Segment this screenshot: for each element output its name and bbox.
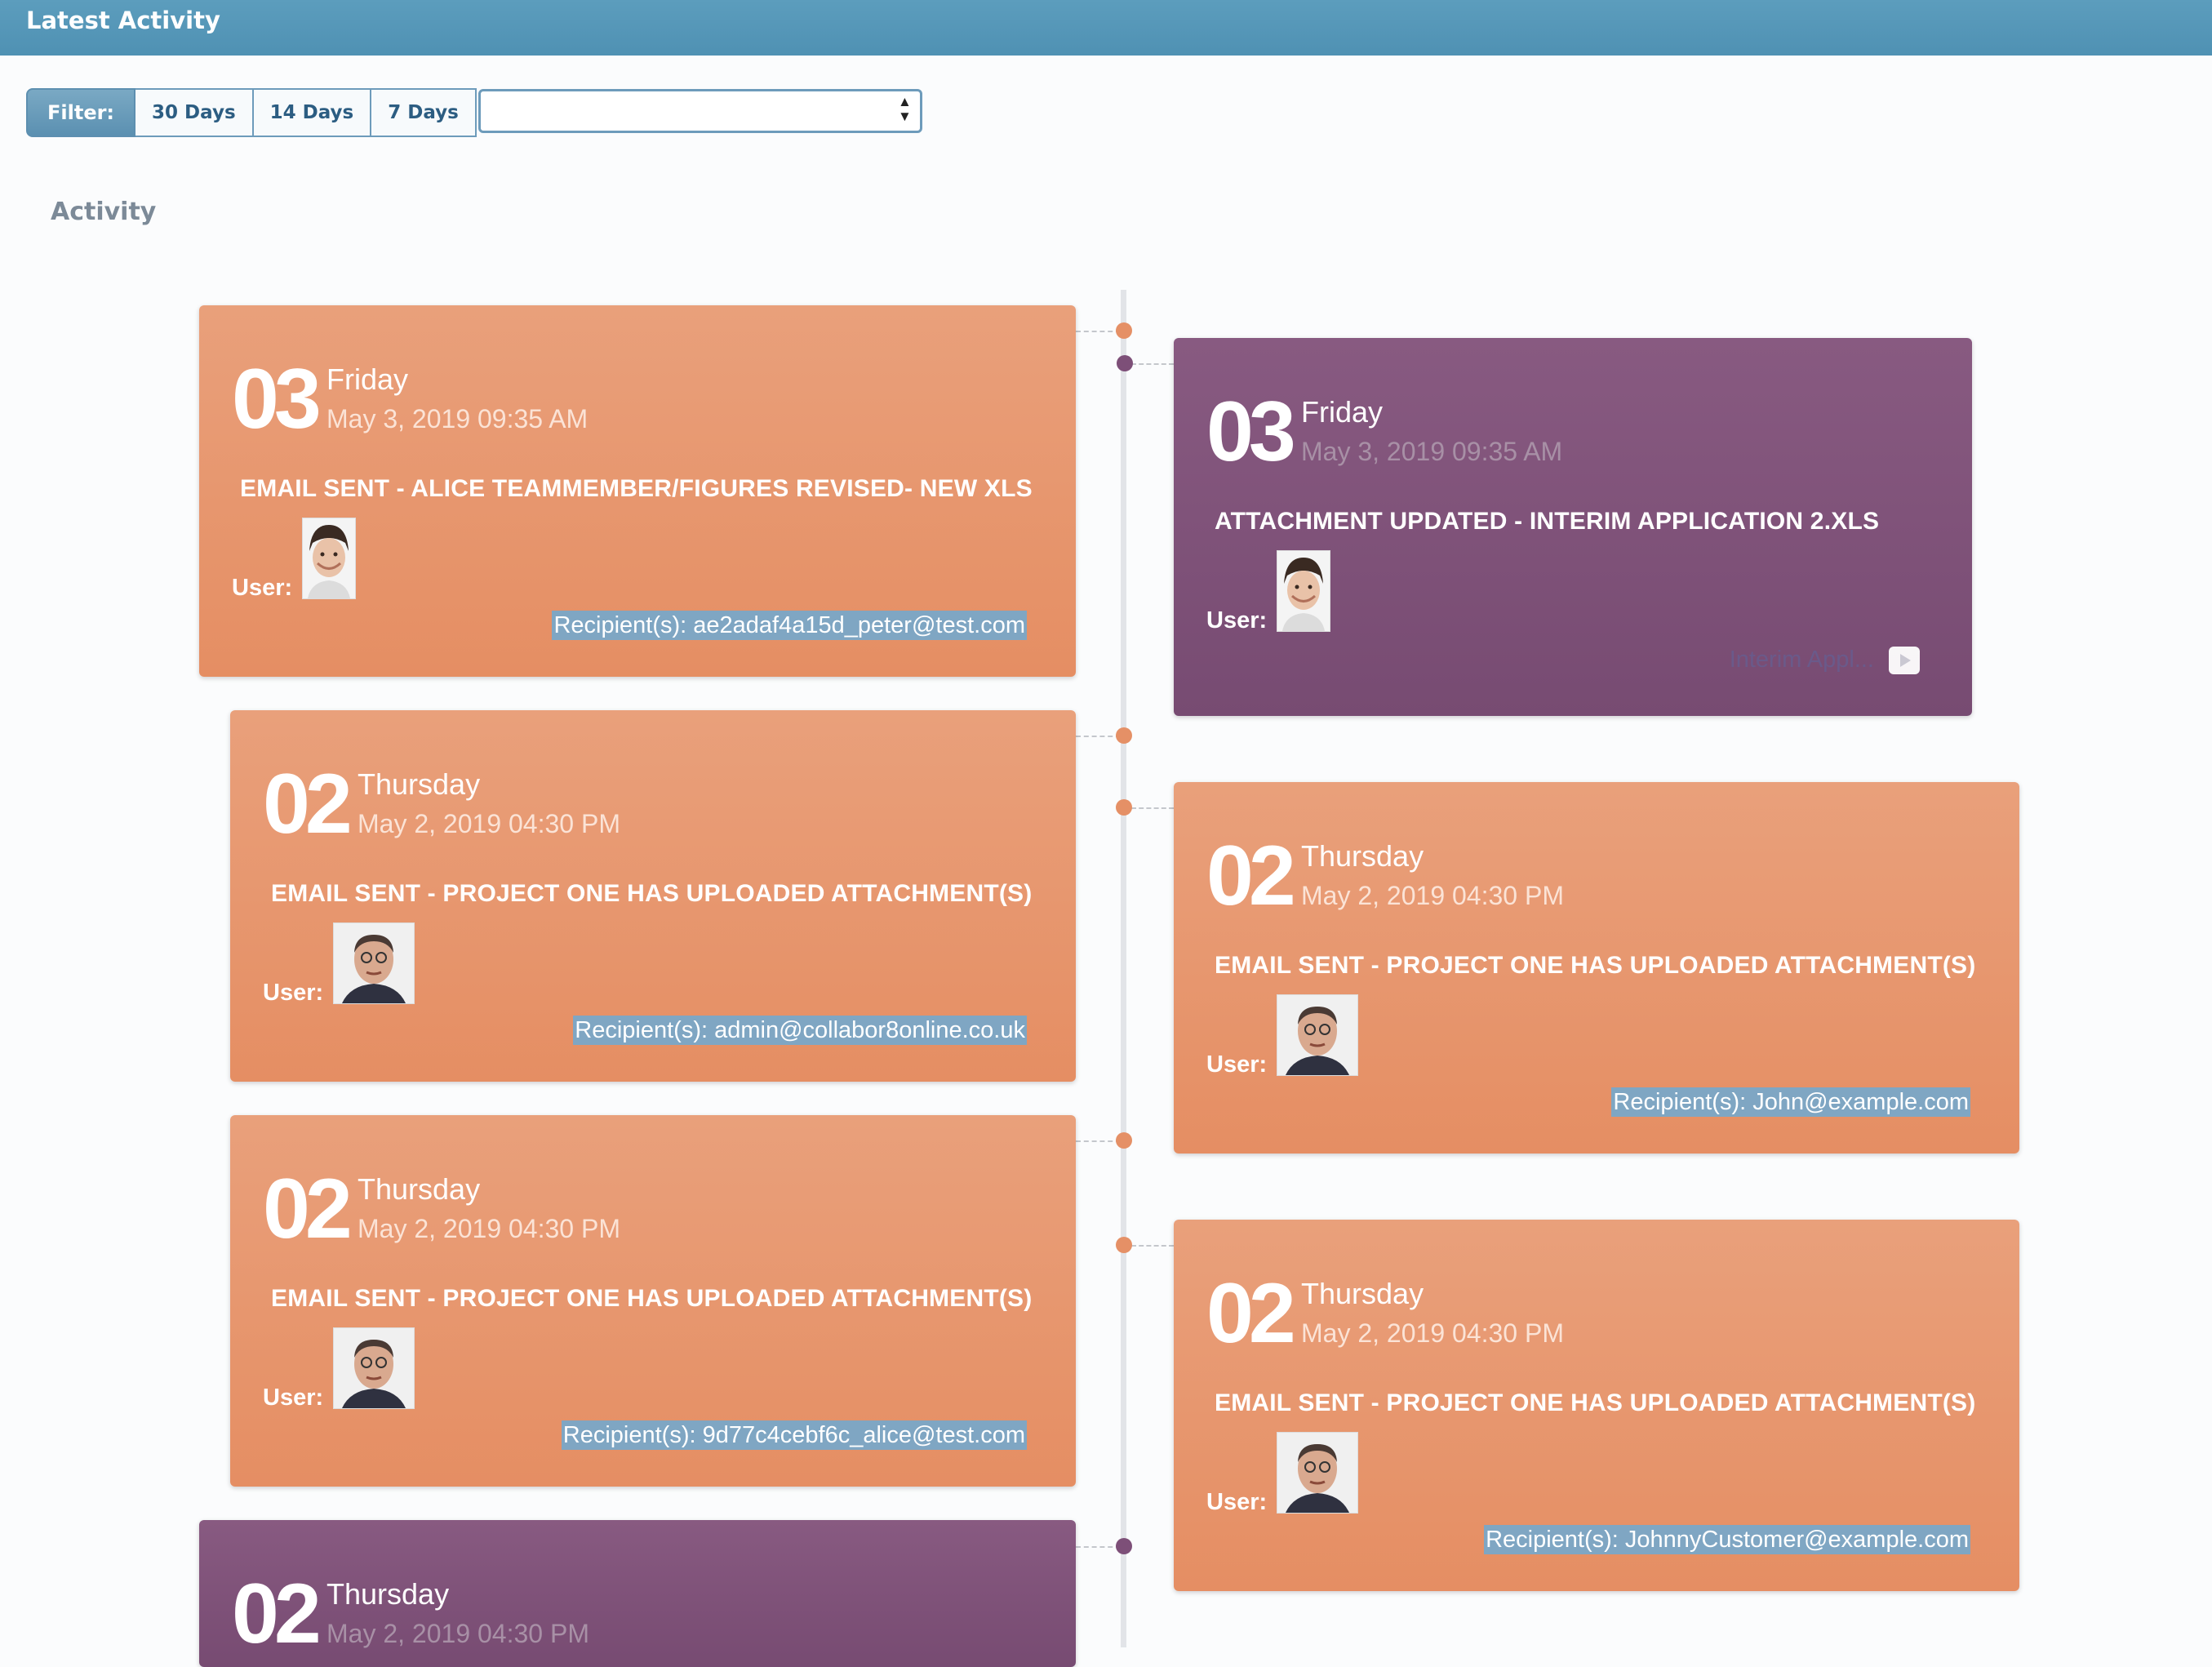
header-bar: Latest Activity: [0, 0, 2212, 56]
card-event-title: EMAIL SENT - PROJECT ONE HAS UPLOADED AT…: [1215, 952, 1976, 979]
timeline-dot: [1116, 1237, 1132, 1253]
timeline-dot: [1117, 355, 1133, 371]
card-datetime: May 3, 2019 09:35 AM: [1301, 437, 1563, 466]
card-weekday: Thursday: [358, 1172, 481, 1206]
activity-card[interactable]: 02 Thursday May 2, 2019 04:30 PM: [199, 1520, 1076, 1667]
man-avatar[interactable]: [333, 1327, 415, 1409]
card-day-number: 02: [263, 757, 353, 851]
select-arrows-icon: ▲ ▼: [898, 94, 912, 124]
activity-card[interactable]: 02 Thursday May 2, 2019 04:30 PM EMAIL S…: [230, 710, 1076, 1082]
card-datetime: May 2, 2019 04:30 PM: [1301, 881, 1564, 910]
card-day-number: 03: [1206, 385, 1296, 479]
card-event-title: EMAIL SENT - PROJECT ONE HAS UPLOADED AT…: [271, 880, 1033, 907]
man-avatar-icon: [1277, 995, 1357, 1075]
filter-14-days-button[interactable]: 14 Days: [253, 88, 372, 137]
man-avatar-icon: [334, 1328, 414, 1408]
filter-select[interactable]: ▲ ▼: [477, 89, 922, 133]
man-avatar[interactable]: [1277, 994, 1358, 1076]
timeline-connector: [1131, 1245, 1174, 1247]
timeline-dot: [1116, 322, 1132, 339]
timeline-connector: [1131, 807, 1174, 809]
card-weekday: Friday: [1301, 395, 1384, 429]
card-event-title: EMAIL SENT - PROJECT ONE HAS UPLOADED AT…: [271, 1285, 1033, 1312]
activity-card[interactable]: 03 Friday May 3, 2019 09:35 AM EMAIL SEN…: [199, 305, 1076, 677]
card-day-number: 02: [263, 1162, 353, 1256]
page-title: Latest Activity: [26, 7, 220, 34]
timeline-connector: [1076, 331, 1121, 332]
card-datetime: May 3, 2019 09:35 AM: [326, 404, 589, 433]
card-event-title: ATTACHMENT UPDATED - INTERIM APPLICATION…: [1215, 508, 1880, 535]
man-avatar[interactable]: [333, 922, 415, 1004]
man-avatar-icon: [334, 923, 414, 1003]
card-recipient: Recipient(s): John@example.com: [1611, 1087, 1970, 1117]
card-recipient: Recipient(s): 9d77c4cebf6c_alice@test.co…: [561, 1420, 1027, 1450]
card-datetime: May 2, 2019 04:30 PM: [326, 1619, 589, 1648]
timeline-dot: [1116, 727, 1132, 744]
timeline-connector: [1076, 1546, 1121, 1548]
timeline-line: [1121, 290, 1126, 1647]
activity-card[interactable]: 03 Friday May 3, 2019 09:35 AM ATTACHMEN…: [1174, 338, 1972, 716]
card-user-label: User:: [1206, 1051, 1268, 1078]
card-weekday: Thursday: [1301, 1277, 1424, 1310]
card-weekday: Thursday: [358, 767, 481, 801]
card-user-label: User:: [1206, 1489, 1268, 1515]
card-day-number: 02: [232, 1567, 322, 1661]
activity-card[interactable]: 02 Thursday May 2, 2019 04:30 PM EMAIL S…: [1174, 782, 2019, 1154]
filter-label: Filter:: [26, 88, 136, 137]
card-event-title: EMAIL SENT - ALICE TEAMMEMBER/FIGURES RE…: [240, 475, 1033, 502]
card-recipient: Recipient(s): JohnnyCustomer@example.com: [1484, 1525, 1970, 1554]
play-icon[interactable]: [1889, 647, 1920, 674]
timeline-connector: [1131, 363, 1174, 365]
card-user-label: User:: [263, 980, 324, 1006]
card-user-label: User:: [232, 575, 293, 601]
timeline-dot: [1116, 1132, 1132, 1149]
timeline-connector: [1076, 736, 1121, 737]
timeline-connector: [1076, 1140, 1121, 1142]
card-datetime: May 2, 2019 04:30 PM: [358, 809, 620, 838]
woman-avatar[interactable]: [302, 518, 356, 599]
card-datetime: May 2, 2019 04:30 PM: [358, 1214, 620, 1243]
man-avatar-icon: [1277, 1433, 1357, 1513]
card-day-number: 02: [1206, 829, 1296, 923]
woman-avatar[interactable]: [1277, 550, 1330, 632]
card-event-title: EMAIL SENT - PROJECT ONE HAS UPLOADED AT…: [1215, 1389, 1976, 1416]
filter-bar: Filter: 30 Days 14 Days 7 Days ▲ ▼: [26, 88, 922, 137]
card-weekday: Thursday: [326, 1577, 450, 1611]
attachment-link[interactable]: Interim Appl...: [1730, 647, 1874, 673]
filter-7-days-button[interactable]: 7 Days: [371, 88, 477, 137]
card-day-number: 03: [232, 352, 322, 447]
timeline-dot: [1116, 1538, 1132, 1554]
section-title: Activity: [51, 198, 157, 226]
filter-30-days-button[interactable]: 30 Days: [135, 88, 254, 137]
woman-avatar-icon: [303, 518, 355, 598]
timeline-dot: [1116, 799, 1132, 816]
activity-card[interactable]: 02 Thursday May 2, 2019 04:30 PM EMAIL S…: [1174, 1220, 2019, 1591]
card-user-label: User:: [263, 1385, 324, 1411]
activity-card[interactable]: 02 Thursday May 2, 2019 04:30 PM EMAIL S…: [230, 1115, 1076, 1487]
card-day-number: 02: [1206, 1266, 1296, 1361]
woman-avatar-icon: [1277, 551, 1330, 631]
card-recipient: Recipient(s): ae2adaf4a15d_peter@test.co…: [552, 611, 1027, 640]
card-datetime: May 2, 2019 04:30 PM: [1301, 1318, 1564, 1348]
card-weekday: Friday: [326, 362, 409, 396]
card-recipient: Recipient(s): admin@collabor8online.co.u…: [573, 1016, 1027, 1045]
man-avatar[interactable]: [1277, 1432, 1358, 1514]
card-weekday: Thursday: [1301, 839, 1424, 873]
card-user-label: User:: [1206, 607, 1268, 633]
